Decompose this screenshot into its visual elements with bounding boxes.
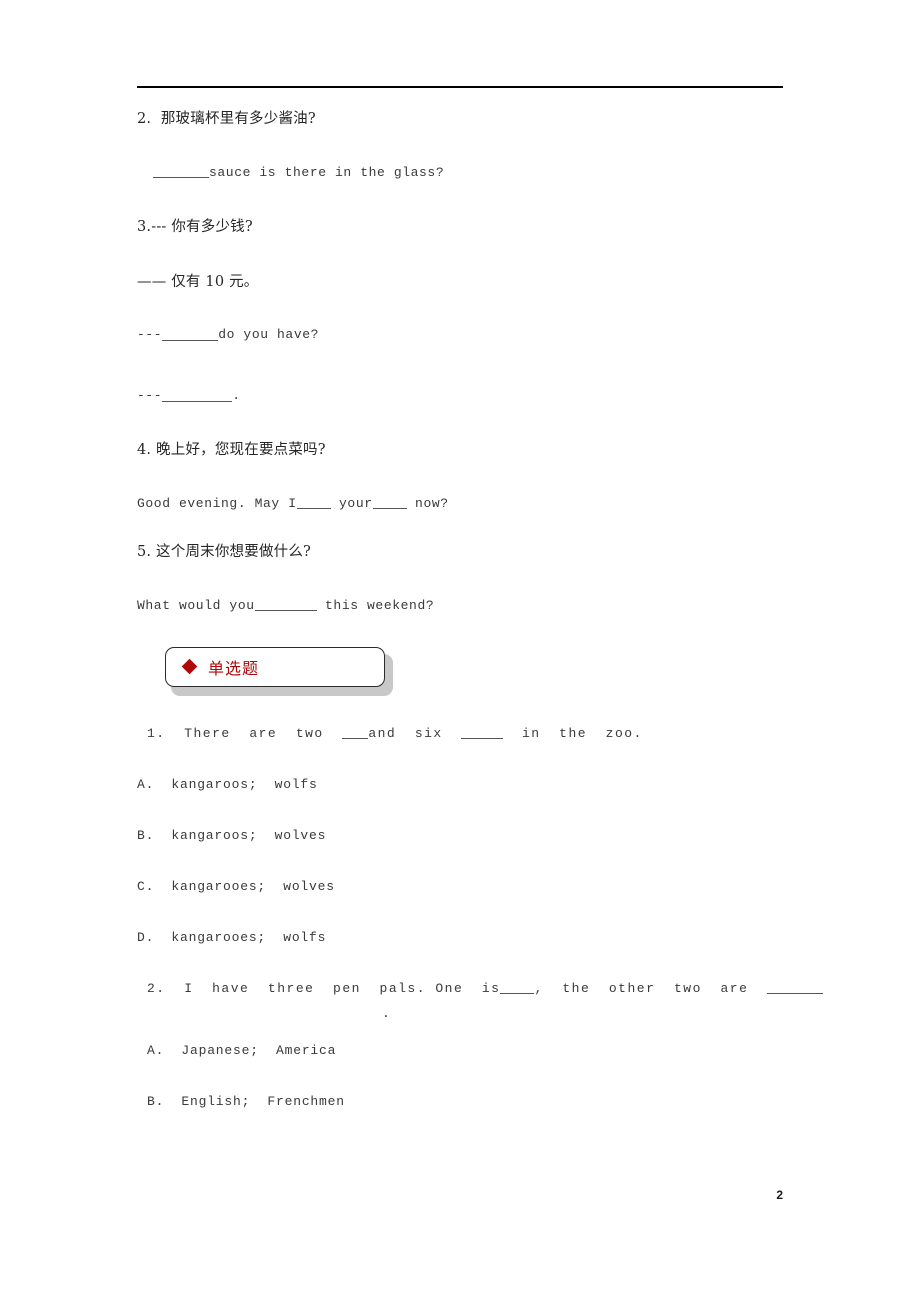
- question-3-answer-period: .: [232, 388, 241, 404]
- mc-question-2-option-a[interactable]: A. Japanese; America: [137, 1043, 817, 1058]
- mc-question-2-stem: 2. I have three pen pals. One is , the ot…: [137, 980, 823, 996]
- badge-label: 单选题: [208, 658, 260, 678]
- question-5-chinese: 5. 这个周末你想要做什么?: [137, 544, 312, 560]
- mc-question-1-option-b[interactable]: B. kangaroos; wolves: [137, 828, 817, 843]
- mc-question-2-stem-period: .: [382, 1005, 390, 1021]
- question-4-chinese: 4. 晚上好，您现在要点菜吗?: [137, 442, 326, 459]
- answer-blank[interactable]: [372, 496, 407, 510]
- question-3-english-text: do you have?: [218, 327, 320, 343]
- answer-blank[interactable]: [767, 981, 823, 995]
- answer-blank[interactable]: [162, 388, 233, 402]
- question-4-english-part3: now?: [406, 496, 449, 512]
- mc-q1-part1: 1. There are two: [147, 725, 343, 741]
- question-4-english-part1: Good evening. May I: [137, 496, 297, 512]
- answer-blank[interactable]: [296, 496, 331, 510]
- mc-question-1-option-c[interactable]: C. kangarooes; wolves: [137, 879, 817, 894]
- mc-question-1-stem: 1. There are two and six in the zoo.: [137, 726, 817, 741]
- question-3-chinese: 3.--- 你有多少钱?: [137, 218, 253, 235]
- question-5-english-part1: What would you: [137, 597, 255, 613]
- answer-blank[interactable]: [342, 726, 369, 740]
- page-content: 2. 那玻璃杯里有多少酱油? sauce is there in the gla…: [137, 110, 823, 1109]
- answer-blank[interactable]: [153, 165, 209, 179]
- answer-blank[interactable]: [162, 327, 219, 341]
- badge-box[interactable]: 单选题: [165, 646, 385, 687]
- red-diamond-bullet-icon: [181, 658, 198, 675]
- mc-question-1-option-d[interactable]: D. kangarooes; wolfs: [137, 930, 817, 945]
- question-5-english-part2: this weekend?: [316, 597, 435, 613]
- question-2-chinese: 2. 那玻璃杯里有多少酱油?: [137, 111, 316, 127]
- section-header-badge: 单选题: [165, 646, 393, 696]
- mc-q1-part3: in the zoo.: [503, 725, 643, 741]
- answer-blank[interactable]: [500, 981, 535, 995]
- question-2-english-text: sauce is there in the glass?: [209, 164, 445, 180]
- question-3-english-answer: ---.: [137, 388, 817, 405]
- question-3-english: --- do you have?: [137, 327, 817, 344]
- mc-question-1-option-a[interactable]: A. kangaroos; wolfs: [137, 777, 817, 792]
- mc-question-2-option-b[interactable]: B. English; Frenchmen: [137, 1094, 817, 1109]
- question-3-chinese-answer: —— 仅有 10 元。: [137, 273, 259, 290]
- mc-q1-part2: and six: [368, 725, 462, 741]
- mc-q2-part2: , the other two are: [534, 980, 767, 996]
- mc-q2-part1: 2. I have three pen pals. One is: [147, 980, 501, 996]
- question-5-english: What would you this weekend?: [137, 598, 817, 615]
- document-page: 2. 那玻璃杯里有多少酱油? sauce is there in the gla…: [0, 0, 920, 1302]
- header-rule: [137, 86, 783, 88]
- question-4-english: Good evening. May I your now?: [137, 496, 817, 513]
- question-4-english-part2: your: [330, 496, 373, 512]
- answer-blank[interactable]: [461, 726, 504, 740]
- question-3-answer-dash-prefix: ---: [137, 388, 163, 404]
- question-3-dash-prefix: ---: [137, 327, 163, 343]
- answer-blank[interactable]: [254, 598, 317, 612]
- question-2-english: sauce is there in the glass?: [137, 165, 817, 182]
- page-number: 2: [776, 1188, 783, 1202]
